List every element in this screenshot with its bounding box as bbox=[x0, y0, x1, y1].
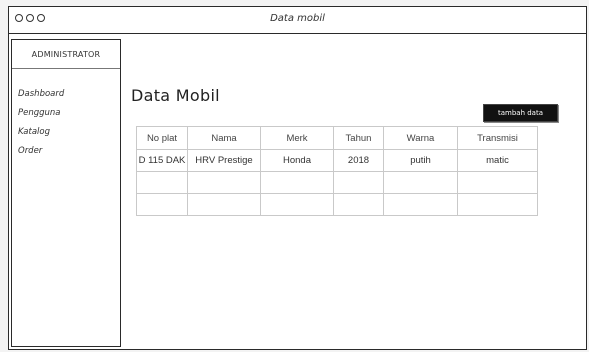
table-header-row: No plat Nama Merk Tahun Warna Transmisi bbox=[136, 126, 538, 150]
cell-merk: Honda bbox=[260, 149, 334, 172]
table-row[interactable] bbox=[136, 193, 538, 216]
column-header-warna: Warna bbox=[383, 126, 458, 150]
cell-tahun bbox=[333, 171, 384, 194]
cell-no-plat: D 115 DAK bbox=[136, 149, 188, 172]
column-header-tahun: Tahun bbox=[333, 126, 384, 150]
cell-warna: putih bbox=[383, 149, 458, 172]
sidebar-item-order[interactable]: Order bbox=[18, 142, 64, 161]
sidebar: ADMINISTRATOR Dashboard Pengguna Katalog… bbox=[11, 39, 121, 347]
sidebar-item-pengguna[interactable]: Pengguna bbox=[18, 104, 64, 123]
cell-warna bbox=[383, 193, 458, 216]
add-data-button[interactable]: tambah data bbox=[483, 104, 558, 122]
cell-merk bbox=[260, 193, 334, 216]
cell-nama bbox=[187, 193, 261, 216]
cell-nama bbox=[187, 171, 261, 194]
column-header-merk: Merk bbox=[260, 126, 334, 150]
cell-tahun: 2018 bbox=[333, 149, 384, 172]
sidebar-item-katalog[interactable]: Katalog bbox=[18, 123, 64, 142]
cell-no-plat bbox=[136, 171, 188, 194]
table-row[interactable]: D 115 DAK HRV Prestige Honda 2018 putih … bbox=[136, 149, 538, 172]
table-row[interactable] bbox=[136, 171, 538, 194]
sidebar-item-dashboard[interactable]: Dashboard bbox=[18, 85, 64, 104]
cell-tahun bbox=[333, 193, 384, 216]
sidebar-header: ADMINISTRATOR bbox=[12, 40, 120, 69]
cell-transmisi: matic bbox=[457, 149, 538, 172]
page-title: Data Mobil bbox=[131, 86, 220, 105]
cars-table: No plat Nama Merk Tahun Warna Transmisi … bbox=[136, 126, 538, 216]
cell-nama: HRV Prestige bbox=[187, 149, 261, 172]
cell-merk bbox=[260, 171, 334, 194]
cell-warna bbox=[383, 171, 458, 194]
column-header-nama: Nama bbox=[187, 126, 261, 150]
cell-transmisi bbox=[457, 193, 538, 216]
cell-transmisi bbox=[457, 171, 538, 194]
window-title: Data mobil bbox=[270, 13, 325, 24]
sidebar-nav: Dashboard Pengguna Katalog Order bbox=[18, 85, 64, 161]
column-header-transmisi: Transmisi bbox=[457, 126, 538, 150]
title-bar: Data mobil bbox=[9, 7, 586, 34]
cell-no-plat bbox=[136, 193, 188, 216]
column-header-no-plat: No plat bbox=[136, 126, 188, 150]
